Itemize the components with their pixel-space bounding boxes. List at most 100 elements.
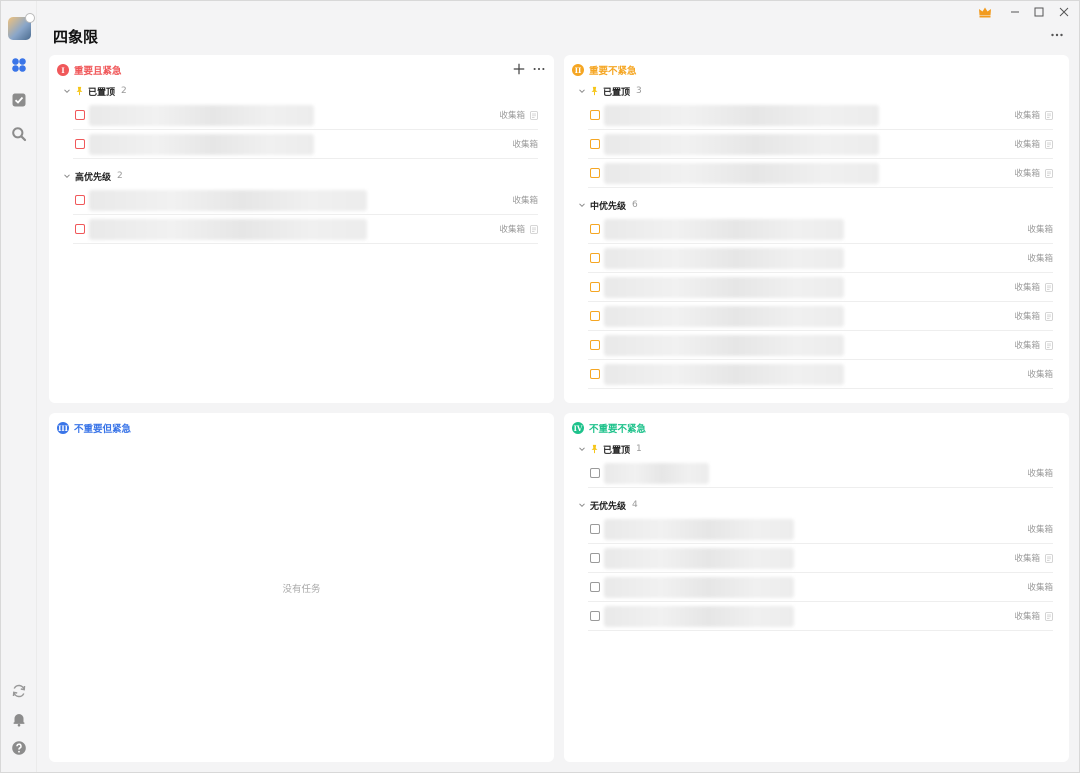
more-icon[interactable] bbox=[1049, 27, 1065, 43]
project-label: 收集箱 bbox=[1014, 554, 1040, 564]
task-row[interactable]: 收集箱 bbox=[588, 360, 1053, 389]
task-checkbox[interactable] bbox=[590, 282, 600, 292]
task-checkbox[interactable] bbox=[590, 311, 600, 321]
chevron-down-icon[interactable] bbox=[578, 87, 586, 95]
task-title-redacted[interactable] bbox=[89, 105, 314, 126]
task-checkbox[interactable] bbox=[590, 340, 600, 350]
task-checkbox[interactable] bbox=[75, 139, 85, 149]
quadrant-title: 不重要不紧急 bbox=[589, 424, 647, 435]
task-checkbox[interactable] bbox=[75, 110, 85, 120]
task-row[interactable]: 收集箱 bbox=[588, 244, 1053, 273]
task-title-redacted[interactable] bbox=[89, 219, 367, 240]
task-project: 收集箱 bbox=[1014, 281, 1053, 293]
task-title-redacted[interactable] bbox=[604, 306, 844, 327]
task-project: 收集箱 bbox=[1014, 552, 1053, 564]
note-icon bbox=[1045, 139, 1053, 149]
add-task-icon[interactable] bbox=[512, 62, 526, 76]
task-title-redacted[interactable] bbox=[604, 105, 879, 126]
task-checkbox[interactable] bbox=[590, 369, 600, 379]
task-title-redacted[interactable] bbox=[604, 548, 794, 569]
task-checkbox[interactable] bbox=[590, 553, 600, 563]
task-title-redacted[interactable] bbox=[604, 335, 844, 356]
task-row[interactable]: 收集箱 bbox=[588, 101, 1053, 130]
pin-icon bbox=[591, 86, 598, 96]
task-title-redacted[interactable] bbox=[604, 519, 794, 540]
task-checkbox[interactable] bbox=[590, 224, 600, 234]
help-icon[interactable] bbox=[11, 740, 27, 756]
task-row[interactable]: 收集箱 bbox=[588, 159, 1053, 188]
task-row[interactable]: 收集箱 bbox=[73, 101, 538, 130]
task-row[interactable]: 收集箱 bbox=[588, 459, 1053, 488]
group-header[interactable]: 中优先级 6 bbox=[578, 198, 638, 212]
chevron-down-icon[interactable] bbox=[63, 172, 71, 180]
task-row[interactable]: 收集箱 bbox=[73, 130, 538, 159]
task-project: 收集箱 bbox=[1014, 310, 1053, 322]
task-title-redacted[interactable] bbox=[604, 219, 844, 240]
crown-icon[interactable] bbox=[977, 4, 993, 20]
avatar[interactable] bbox=[8, 13, 35, 40]
task-checkbox[interactable] bbox=[590, 253, 600, 263]
task-title-redacted[interactable] bbox=[604, 277, 844, 298]
task-row[interactable]: 收集箱 bbox=[588, 331, 1053, 360]
task-checkbox[interactable] bbox=[75, 195, 85, 205]
note-icon bbox=[1045, 311, 1053, 321]
project-label: 收集箱 bbox=[499, 111, 525, 121]
task-title-redacted[interactable] bbox=[604, 163, 879, 184]
close-icon[interactable] bbox=[1056, 4, 1072, 20]
group-header[interactable]: 高优先级 2 bbox=[63, 169, 123, 183]
task-title-redacted[interactable] bbox=[89, 190, 367, 211]
task-project: 收集箱 bbox=[1027, 581, 1053, 593]
task-row[interactable]: 收集箱 bbox=[588, 273, 1053, 302]
task-row[interactable]: 收集箱 bbox=[588, 302, 1053, 331]
task-checkbox[interactable] bbox=[590, 524, 600, 534]
quadrant-icon[interactable] bbox=[11, 57, 27, 73]
minimize-icon[interactable] bbox=[1007, 4, 1023, 20]
project-label: 收集箱 bbox=[1027, 254, 1053, 264]
chevron-down-icon[interactable] bbox=[63, 87, 71, 95]
task-row[interactable]: 收集箱 bbox=[588, 515, 1053, 544]
task-row[interactable]: 收集箱 bbox=[588, 573, 1053, 602]
maximize-icon[interactable] bbox=[1031, 4, 1047, 20]
task-row[interactable]: 收集箱 bbox=[588, 544, 1053, 573]
sync-icon[interactable] bbox=[11, 683, 27, 699]
pin-icon bbox=[76, 86, 83, 96]
group-header[interactable]: 无优先级 4 bbox=[578, 498, 638, 512]
task-checkbox[interactable] bbox=[590, 110, 600, 120]
task-checkbox[interactable] bbox=[75, 224, 85, 234]
group-header[interactable]: 已置顶 2 bbox=[63, 84, 127, 98]
task-title-redacted[interactable] bbox=[604, 248, 844, 269]
task-project: 收集箱 bbox=[512, 138, 538, 150]
bell-icon[interactable] bbox=[11, 711, 27, 727]
task-row[interactable]: 收集箱 bbox=[73, 215, 538, 244]
task-row[interactable]: 收集箱 bbox=[588, 215, 1053, 244]
group-header[interactable]: 已置顶 1 bbox=[578, 442, 642, 456]
task-row[interactable]: 收集箱 bbox=[588, 130, 1053, 159]
task-checkbox[interactable] bbox=[590, 611, 600, 621]
task-title-redacted[interactable] bbox=[604, 577, 794, 598]
task-row[interactable]: 收集箱 bbox=[73, 186, 538, 215]
chevron-down-icon[interactable] bbox=[578, 501, 586, 509]
chevron-down-icon[interactable] bbox=[578, 201, 586, 209]
quadrant-badge: III bbox=[57, 422, 69, 434]
task-title-redacted[interactable] bbox=[604, 463, 709, 484]
quadrant-title: 重要不紧急 bbox=[589, 66, 637, 77]
group-header[interactable]: 已置顶 3 bbox=[578, 84, 642, 98]
task-title-redacted[interactable] bbox=[604, 606, 794, 627]
quadrant-not-important-not-urgent: IV 不重要不紧急 已置顶 1 收集箱 无优先级 4 收集箱 收集箱 收集箱 收集箱 bbox=[564, 413, 1069, 762]
task-checkbox[interactable] bbox=[590, 468, 600, 478]
search-icon[interactable] bbox=[11, 126, 27, 142]
task-title-redacted[interactable] bbox=[604, 134, 879, 155]
project-label: 收集箱 bbox=[499, 225, 525, 235]
task-row[interactable]: 收集箱 bbox=[588, 602, 1053, 631]
task-checkbox[interactable] bbox=[590, 582, 600, 592]
more-icon[interactable] bbox=[532, 62, 546, 76]
task-title-redacted[interactable] bbox=[89, 134, 314, 155]
task-checkbox[interactable] bbox=[590, 139, 600, 149]
chevron-down-icon[interactable] bbox=[578, 445, 586, 453]
task-title-redacted[interactable] bbox=[604, 364, 844, 385]
task-checkbox[interactable] bbox=[590, 168, 600, 178]
checkbox-icon[interactable] bbox=[11, 92, 27, 108]
group-label: 高优先级 bbox=[75, 172, 112, 183]
task-project: 收集箱 bbox=[1027, 252, 1053, 264]
title-bar bbox=[38, 1, 1079, 23]
